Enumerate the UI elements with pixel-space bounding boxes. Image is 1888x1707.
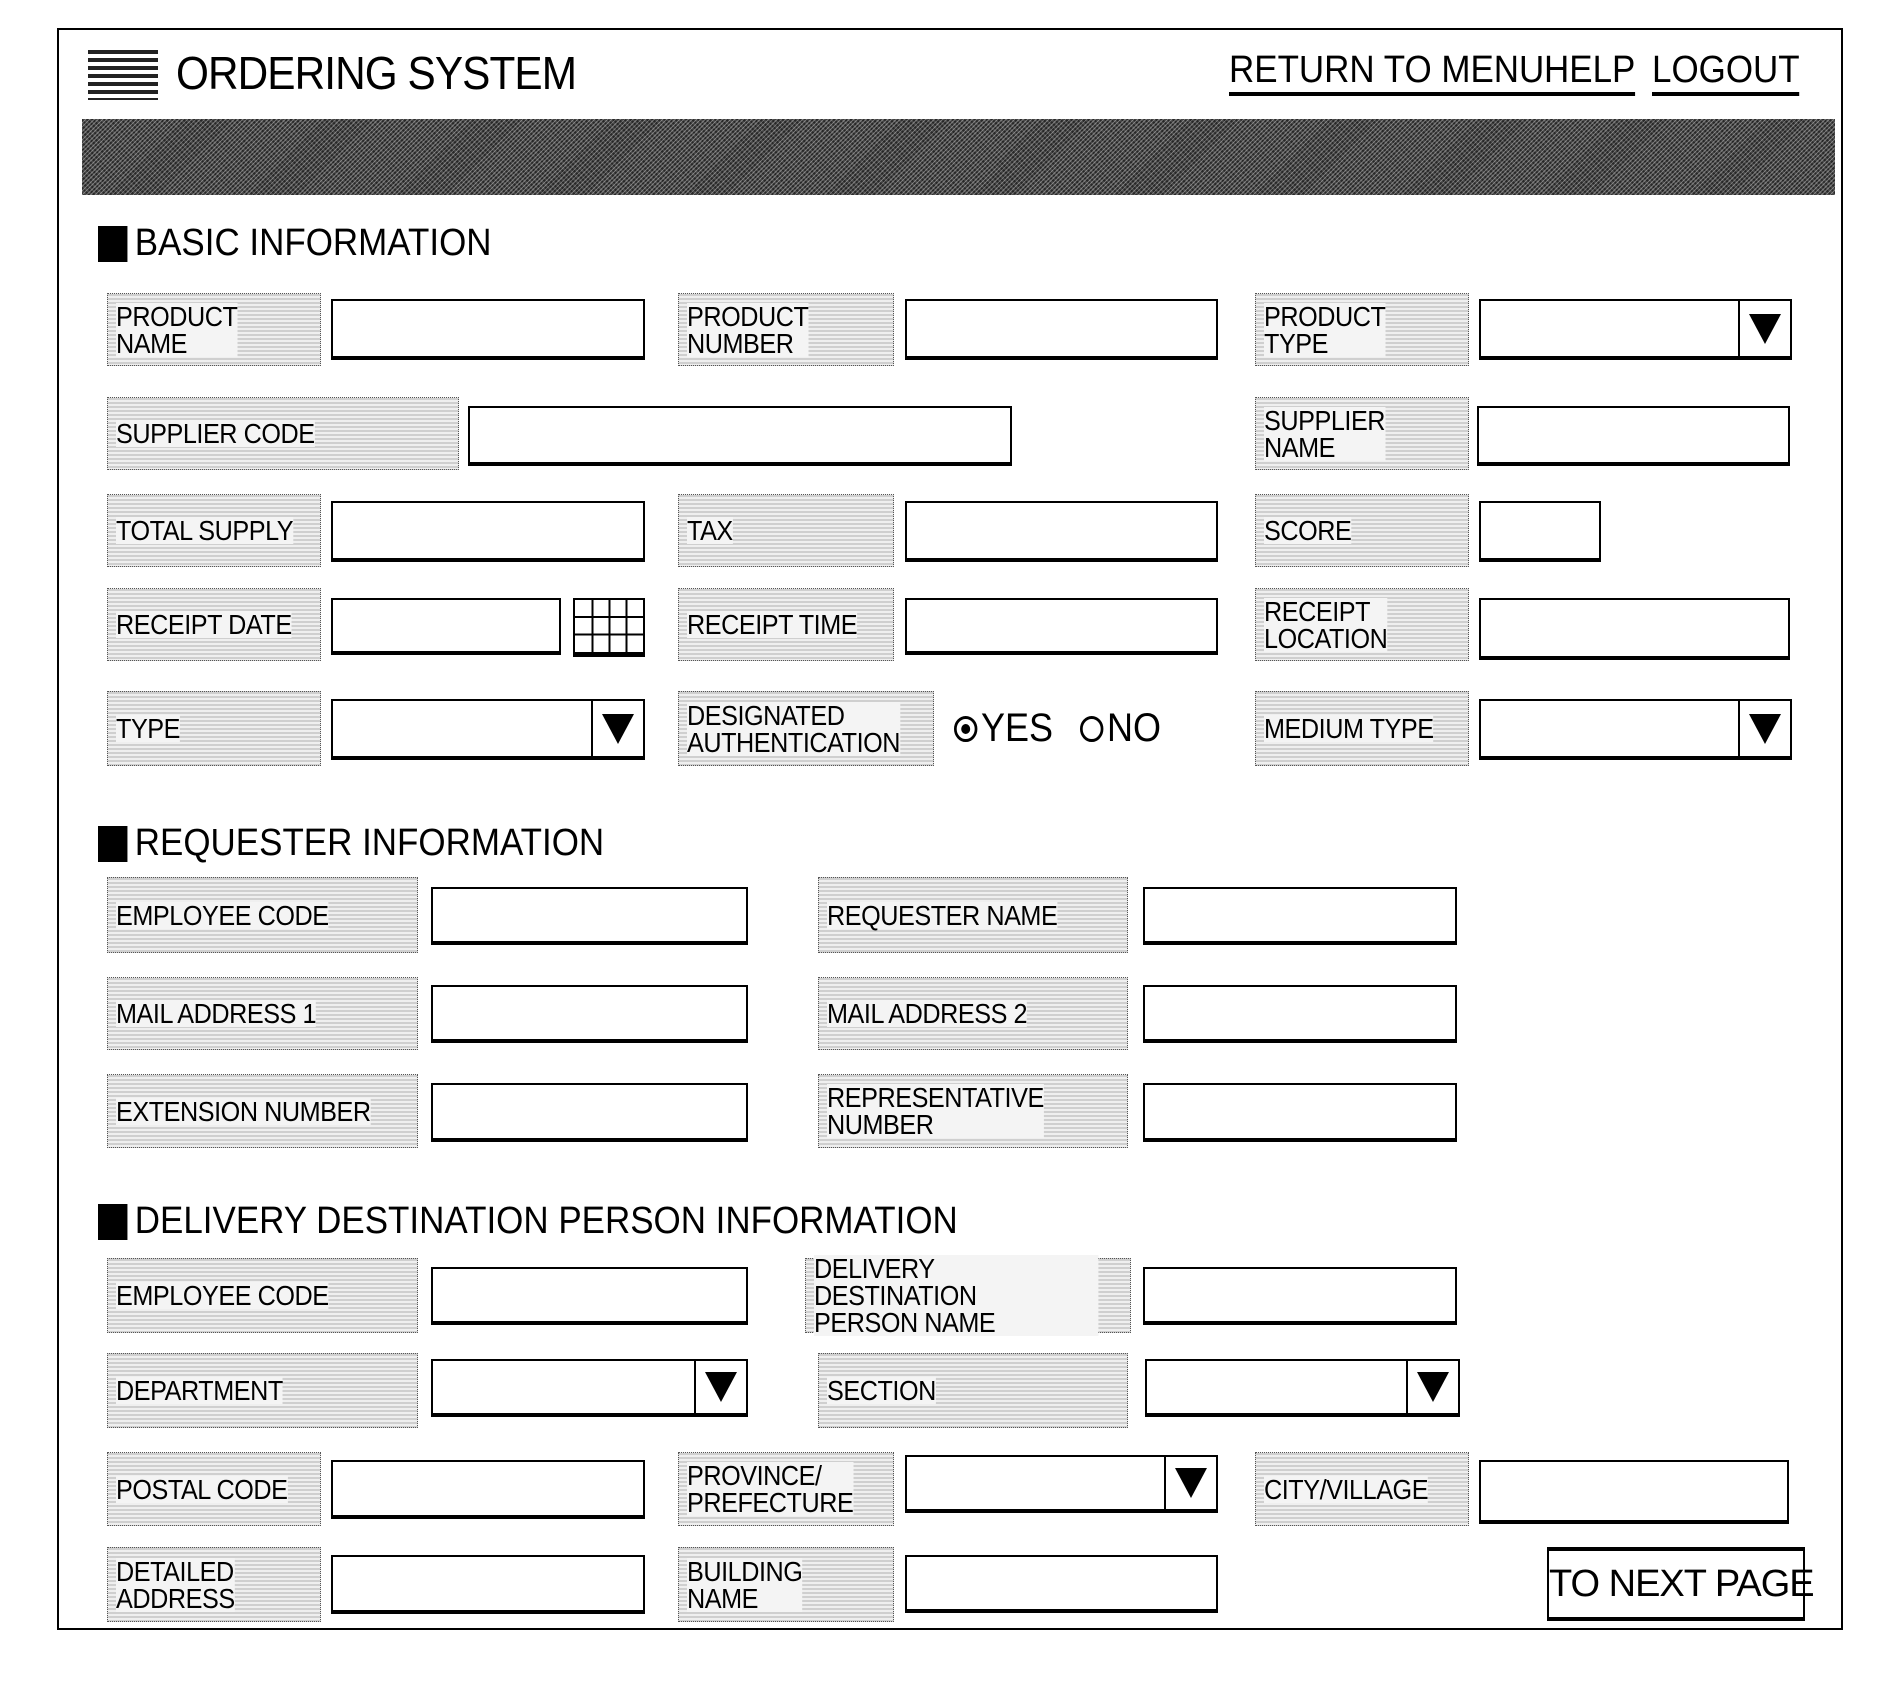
chevron-down-icon[interactable] [694,1361,746,1413]
detailed-address-label: DETAILED ADDRESS [107,1547,321,1622]
requester-name-input[interactable] [1143,887,1457,945]
city-village-label: CITY/VILLAGE [1255,1452,1469,1526]
return-to-menu-link[interactable]: RETURN TO MENU [1229,48,1545,96]
logout-link[interactable]: LOGOUT [1652,48,1800,96]
product-type-value [1481,301,1738,356]
chevron-down-icon[interactable] [1738,701,1790,756]
score-input[interactable] [1479,501,1601,562]
section-value [1147,1361,1406,1413]
province-prefecture-label: PROVINCE/ PREFECTURE [678,1452,894,1526]
type-value [333,701,591,756]
requester-employee-code-input[interactable] [431,887,748,945]
total-supply-label: TOTAL SUPPLY [107,494,321,567]
section-heading-basic: BASIC INFORMATION [98,222,492,265]
province-prefecture-value [907,1457,1164,1509]
requester-name-label: REQUESTER NAME [818,877,1128,953]
medium-type-dropdown[interactable] [1479,699,1792,760]
type-dropdown[interactable] [331,699,645,760]
medium-type-value [1481,701,1738,756]
designated-authentication-no-radio[interactable]: NO [1080,706,1161,751]
help-link[interactable]: HELP [1544,48,1636,96]
section-heading-requester: REQUESTER INFORMATION [98,822,604,865]
header-band-texture [82,119,1835,195]
radio-selected-icon [954,715,978,742]
province-prefecture-dropdown[interactable] [905,1455,1218,1513]
app-title: ORDERING SYSTEM [176,47,577,99]
section-heading-text: REQUESTER INFORMATION [134,822,605,864]
section-heading-delivery: DELIVERY DESTINATION PERSON INFORMATION [98,1200,958,1243]
section-heading-text: DELIVERY DESTINATION PERSON INFORMATION [134,1200,958,1242]
requester-employee-code-label: EMPLOYEE CODE [107,877,418,953]
delivery-person-name-input[interactable] [1143,1267,1457,1325]
department-value [433,1361,694,1413]
tax-label: TAX [678,494,894,567]
radio-no-label: NO [1107,706,1161,750]
total-supply-input[interactable] [331,501,645,562]
postal-code-input[interactable] [331,1460,645,1519]
product-type-dropdown[interactable] [1479,299,1792,360]
supplier-name-input[interactable] [1477,406,1790,466]
chevron-down-icon[interactable] [1406,1361,1458,1413]
medium-type-label: MEDIUM TYPE [1255,691,1469,766]
product-type-label: PRODUCT TYPE [1255,293,1469,366]
receipt-time-label: RECEIPT TIME [678,588,894,661]
receipt-location-input[interactable] [1479,598,1790,660]
section-heading-text: BASIC INFORMATION [134,222,492,264]
receipt-date-label: RECEIPT DATE [107,588,321,661]
department-label: DEPARTMENT [107,1353,418,1428]
product-name-input[interactable] [331,299,645,360]
section-label: SECTION [818,1353,1128,1428]
designated-authentication-label: DESIGNATED AUTHENTICATION [678,691,934,766]
supplier-code-input[interactable] [468,406,1012,466]
radio-yes-label: YES [981,706,1054,750]
chevron-down-icon[interactable] [1164,1457,1216,1509]
extension-number-label: EXTENSION NUMBER [107,1074,418,1148]
supplier-name-label: SUPPLIER NAME [1255,397,1469,470]
delivery-person-name-label: DELIVERY DESTINATION PERSON NAME [805,1255,1131,1337]
city-village-input[interactable] [1479,1460,1789,1524]
chevron-down-icon[interactable] [591,701,643,756]
department-dropdown[interactable] [431,1359,748,1417]
type-label: TYPE [107,691,321,766]
representative-number-label: REPRESENTATIVE NUMBER [818,1074,1128,1148]
section-bullet-icon [98,225,128,262]
building-name-input[interactable] [905,1555,1218,1613]
to-next-page-button[interactable]: TO NEXT PAGE [1547,1547,1815,1621]
delivery-employee-code-input[interactable] [431,1267,748,1325]
section-bullet-icon [98,825,128,862]
product-number-label: PRODUCT NUMBER [678,293,894,366]
mail-address-1-label: MAIL ADDRESS 1 [107,977,418,1050]
receipt-location-label: RECEIPT LOCATION [1255,588,1469,661]
detailed-address-input[interactable] [331,1555,645,1614]
section-dropdown[interactable] [1145,1359,1460,1417]
radio-unselected-icon [1080,715,1104,742]
receipt-time-input[interactable] [905,598,1218,655]
building-name-label: BUILDING NAME [678,1547,894,1622]
delivery-employee-code-label: EMPLOYEE CODE [107,1258,418,1333]
mail-address-2-input[interactable] [1143,985,1457,1043]
mail-address-1-input[interactable] [431,985,748,1043]
postal-code-label: POSTAL CODE [107,1452,321,1526]
chevron-down-icon[interactable] [1738,301,1790,356]
tax-input[interactable] [905,501,1218,562]
score-label: SCORE [1255,494,1469,567]
receipt-date-input[interactable] [331,598,561,655]
extension-number-input[interactable] [431,1083,748,1142]
product-number-input[interactable] [905,299,1218,360]
section-bullet-icon [98,1203,128,1240]
mail-address-2-label: MAIL ADDRESS 2 [818,977,1128,1050]
menu-icon[interactable] [88,50,158,100]
calendar-icon[interactable] [573,598,645,657]
supplier-code-label: SUPPLIER CODE [107,397,459,470]
representative-number-input[interactable] [1143,1083,1457,1142]
designated-authentication-yes-radio[interactable]: YES [954,706,1053,751]
product-name-label: PRODUCT NAME [107,293,321,366]
